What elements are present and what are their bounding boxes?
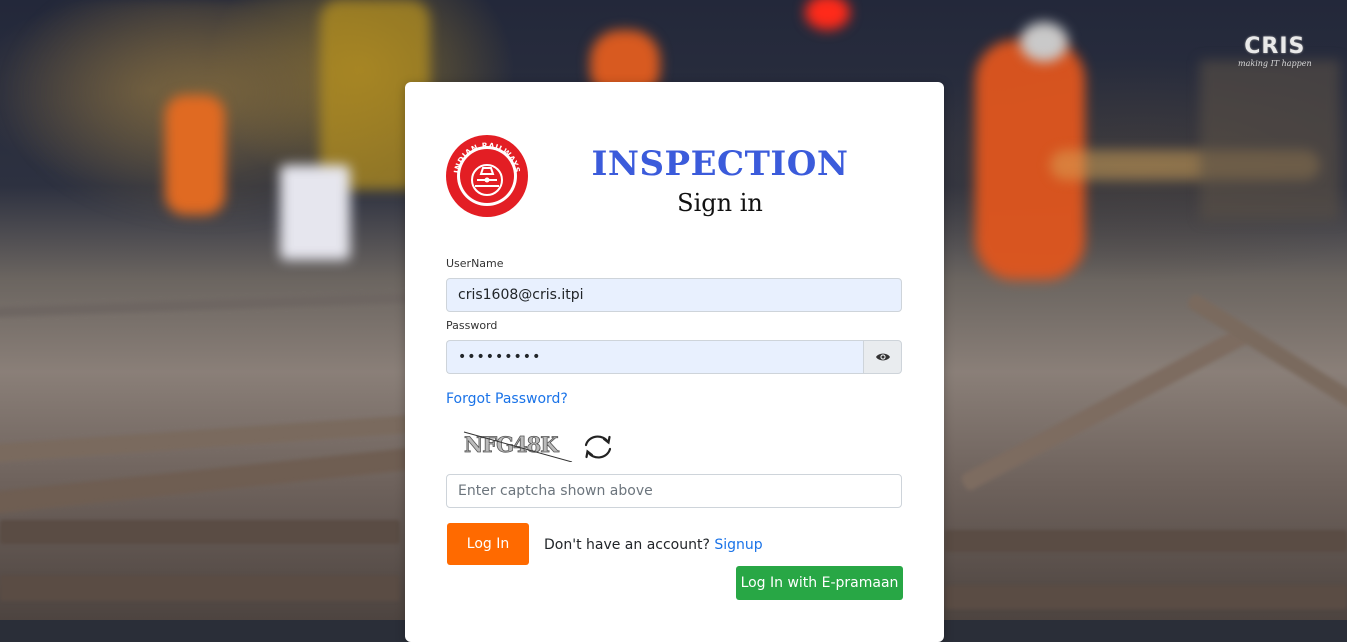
epramaan-login-button[interactable]: Log In with E-pramaan (736, 566, 903, 600)
show-password-button[interactable] (863, 340, 902, 374)
cris-logo-word: CRIS (1244, 34, 1306, 59)
password-group: ••••••••• (446, 340, 902, 374)
brand-heading: INSPECTION Sign in (555, 144, 885, 218)
cris-logo-tagline: making IT happen (1238, 59, 1312, 68)
username-label: UserName (446, 257, 504, 270)
signin-card: INDIAN RAILWAYS INSPECTION Sign in UserN… (405, 82, 944, 642)
eye-icon (875, 353, 890, 361)
forgot-password-link[interactable]: Forgot Password? (446, 391, 568, 407)
app-title: INSPECTION (591, 144, 849, 184)
signin-subtitle: Sign in (677, 189, 763, 217)
indian-railways-emblem: INDIAN RAILWAYS (446, 135, 528, 217)
cris-logo: CRIS making IT happen (1238, 34, 1312, 69)
refresh-captcha-button[interactable] (581, 432, 615, 462)
password-input[interactable]: ••••••••• (446, 340, 863, 374)
captcha-image: NFG48K (464, 431, 573, 462)
username-input[interactable]: cris1608@cris.itpi (446, 278, 902, 312)
password-label: Password (446, 319, 498, 332)
signup-prompt: Don't have an account? Signup (544, 537, 763, 553)
captcha-input[interactable]: Enter captcha shown above (446, 474, 902, 508)
login-button[interactable]: Log In (447, 523, 529, 565)
refresh-icon (584, 435, 612, 459)
signup-link[interactable]: Signup (714, 537, 762, 553)
no-account-text: Don't have an account? (544, 537, 710, 553)
